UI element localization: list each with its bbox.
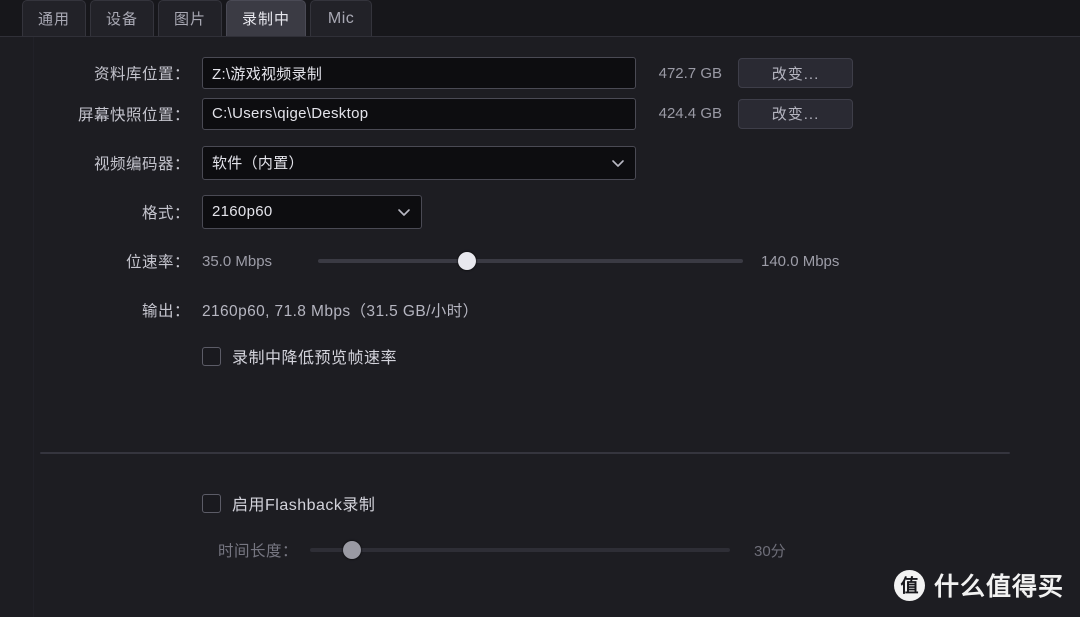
screenshot-location-label: 屏幕快照位置： [77, 106, 190, 124]
flashback-duration-label: 时间长度： [217, 543, 298, 560]
tab-recording[interactable]: 录制中 [226, 0, 307, 36]
tab-mic[interactable]: Mic [310, 0, 373, 36]
tab-recording-label: 录制中 [242, 11, 291, 28]
flashback-duration-slider[interactable] [310, 540, 730, 560]
screenshot-location-value: C:\Users\qige\Desktop [212, 105, 369, 122]
flashback-duration-slider-track [310, 548, 730, 552]
library-change-label: 改变... [771, 65, 820, 83]
bitrate-row: 位速率： 35.0 Mbps 140.0 Mbps [0, 236, 1080, 286]
recording-settings-window: 通用 设备 图片 录制中 Mic 资料库位置： Z:\游戏视频录制 472.7 … [0, 0, 1080, 617]
settings-panel: 资料库位置： Z:\游戏视频录制 472.7 GB 改变... 屏幕快照位置： … [0, 37, 1080, 617]
lower-preview-framerate-checkbox[interactable] [202, 346, 221, 366]
tab-general-label: 通用 [38, 11, 71, 28]
tab-mic-label: Mic [327, 9, 355, 27]
library-location-label: 资料库位置： [93, 66, 190, 83]
format-label: 格式： [141, 204, 190, 222]
screenshot-free-space: 424.4 GB [658, 105, 722, 122]
bitrate-label: 位速率： [125, 254, 190, 271]
flashback-enable-row: 启用Flashback录制 [0, 481, 1080, 525]
lower-preview-framerate-row: 录制中降低预览帧速率 [0, 334, 1080, 378]
library-change-button[interactable]: 改变... [738, 58, 853, 88]
screenshot-location-row: 屏幕快照位置： C:\Users\qige\Desktop 424.4 GB 改… [0, 89, 1080, 138]
video-encoder-value: 软件（内置） [212, 155, 304, 172]
library-location-value: Z:\游戏视频录制 [212, 65, 323, 83]
smzdm-badge-icon: 值 [893, 569, 925, 601]
lower-preview-framerate-label: 录制中降低预览帧速率 [232, 350, 398, 367]
flashback-enable-label: 启用Flashback录制 [232, 497, 376, 514]
smzdm-watermark-text: 什么值得买 [933, 573, 1064, 601]
output-value: 2160p60, 71.8 Mbps（31.5 GB/小时） [202, 303, 479, 320]
format-value: 2160p60 [212, 203, 273, 220]
library-location-input[interactable]: Z:\游戏视频录制 [202, 57, 636, 89]
tab-image[interactable]: 图片 [158, 0, 223, 36]
chevron-down-icon [610, 155, 626, 171]
settings-tab-bar: 通用 设备 图片 录制中 Mic [0, 0, 1080, 37]
smzdm-watermark: 值 什么值得买 [893, 567, 1064, 603]
screenshot-change-label: 改变... [771, 106, 820, 123]
flashback-duration-value: 30分 [754, 542, 786, 560]
recording-settings-form: 资料库位置： Z:\游戏视频录制 472.7 GB 改变... 屏幕快照位置： … [0, 37, 1080, 378]
chevron-down-icon [396, 204, 412, 220]
format-row: 格式： 2160p60 [0, 187, 1080, 236]
library-location-row: 资料库位置： Z:\游戏视频录制 472.7 GB 改变... [0, 37, 1080, 89]
bitrate-min-label: 35.0 Mbps [202, 252, 273, 270]
section-divider [40, 452, 1010, 454]
flashback-enable-checkbox[interactable] [202, 493, 221, 513]
screenshot-change-button[interactable]: 改变... [738, 98, 853, 129]
tab-general[interactable]: 通用 [22, 0, 87, 36]
output-row: 输出： 2160p60, 71.8 Mbps（31.5 GB/小时） [0, 286, 1080, 334]
video-encoder-label: 视频编码器： [93, 155, 190, 173]
video-encoder-row: 视频编码器： 软件（内置） [0, 138, 1080, 187]
bitrate-slider-thumb[interactable] [457, 252, 476, 270]
screenshot-location-input[interactable]: C:\Users\qige\Desktop [202, 97, 636, 130]
tab-image-label: 图片 [174, 11, 207, 28]
library-free-space: 472.7 GB [658, 64, 722, 82]
bitrate-slider[interactable] [318, 251, 743, 271]
flashback-section: 启用Flashback录制 时间长度： 30分 [0, 481, 1080, 575]
flashback-duration-slider-thumb[interactable] [343, 541, 361, 559]
tab-device-label: 设备 [106, 11, 139, 28]
tab-device[interactable]: 设备 [90, 0, 155, 36]
video-encoder-select[interactable]: 软件（内置） [202, 145, 636, 180]
bitrate-slider-track [318, 259, 743, 263]
output-label: 输出： [141, 303, 190, 320]
format-select[interactable]: 2160p60 [202, 194, 422, 229]
bitrate-max-label: 140.0 Mbps [761, 252, 840, 270]
